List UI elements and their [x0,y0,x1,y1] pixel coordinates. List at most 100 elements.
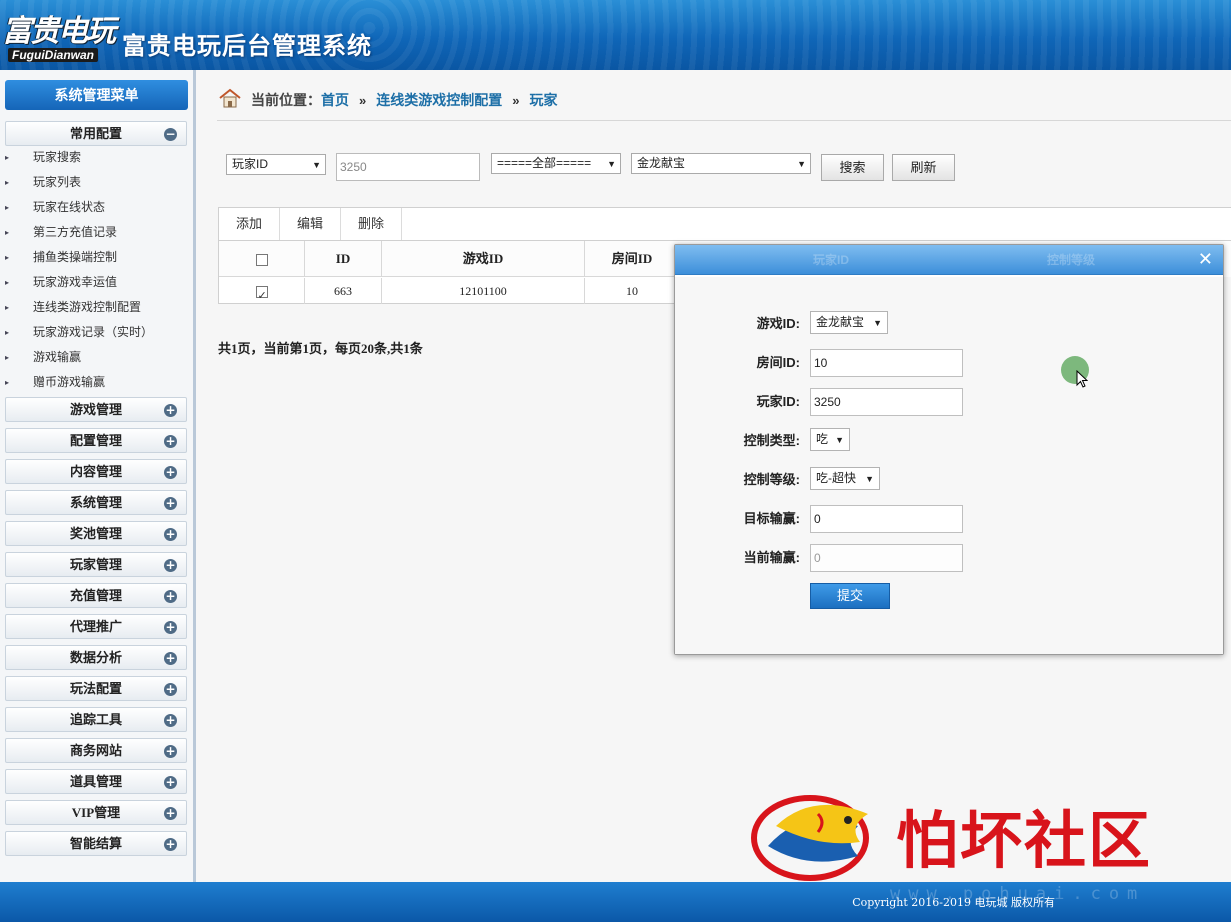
sidebar: 系统管理菜单 常用配置 − ▸ 玩家搜索 ▸ 玩家列表 ▸ 玩家在线状态 ▸ 第三方充值… [0,70,196,882]
column-header-game-id[interactable]: 游戏ID [382,241,585,277]
sidebar-item-label: 玩家游戏记录（实时） [33,325,154,339]
logo: 富贵电玩 FuguiDianwan [0,4,118,66]
game-select-value: 金龙献宝 [637,156,686,170]
game-select[interactable]: 金龙献宝 ▼ [631,153,811,174]
sidebar-item-label: 游戏输赢 [33,350,82,364]
sidebar-group-settlement[interactable]: 智能结算 + [5,831,187,856]
refresh-button[interactable]: 刷新 [892,154,955,181]
sidebar-item-gift-coin-win-loss[interactable]: ▸ 赠币游戏输赢 [0,370,190,395]
expand-icon[interactable]: + [164,714,177,727]
sidebar-group-content[interactable]: 内容管理 + [5,459,187,484]
chevron-down-icon: ▼ [312,160,321,170]
control-type-select-value: 吃 [816,432,829,446]
sidebar-group-system[interactable]: 系统管理 + [5,490,187,515]
sidebar-item-player-search[interactable]: ▸ 玩家搜索 [0,145,190,170]
bullet-icon: ▸ [5,153,10,162]
dialog-titlebar: 玩家ID 控制等级 ✕ [675,245,1223,275]
home-icon[interactable] [219,88,241,115]
dialog-body: 游戏ID: 金龙献宝 ▼ 房间ID: 10 玩家ID: 3250 控制类型: 吃 ▼… [675,276,1223,654]
sidebar-item-player-luck[interactable]: ▸ 玩家游戏幸运值 [0,270,190,295]
sidebar-group-player[interactable]: 玩家管理 + [5,552,187,577]
expand-icon[interactable]: + [164,497,177,510]
expand-icon[interactable]: + [164,776,177,789]
dialog-hidden-header-player-id: 玩家ID [813,253,850,267]
pagination-info: 共1页，当前第1页，每页20条,共1条 [218,341,423,356]
sidebar-group-vip[interactable]: VIP管理 + [5,800,187,825]
sidebar-group-label: 内容管理 [69,464,122,479]
column-header-id[interactable]: ID [305,241,382,277]
control-level-select[interactable]: 吃-超快 ▼ [810,467,880,490]
delete-button[interactable]: 删除 [341,208,402,240]
sidebar-group-agent[interactable]: 代理推广 + [5,614,187,639]
table-cell-game-id: 12101100 [382,278,585,304]
sidebar-item-label: 玩家游戏幸运值 [33,275,118,289]
search-input[interactable]: 3250 [336,153,480,181]
select-all-checkbox[interactable] [255,254,268,267]
expand-icon[interactable]: + [164,652,177,665]
sidebar-group-config[interactable]: 配置管理 + [5,428,187,453]
select-all-cell [219,241,305,277]
player-id-label: 玩家ID: [756,394,800,409]
sidebar-group-label: 智能结算 [69,836,122,851]
game-id-label: 游戏ID: [756,316,800,331]
watermark-text: 怕坏社区 [896,804,1153,877]
submit-button[interactable]: 提交 [810,583,890,609]
sidebar-group-label: 追踪工具 [69,712,122,727]
sidebar-group-recharge[interactable]: 充值管理 + [5,583,187,608]
expand-icon[interactable]: + [164,590,177,603]
sidebar-item-third-party-recharge[interactable]: ▸ 第三方充值记录 [0,220,190,245]
game-id-select[interactable]: 金龙献宝 ▼ [810,311,888,334]
sidebar-item-line-game-control[interactable]: ▸ 连线类游戏控制配置 [0,295,190,320]
sidebar-group-business[interactable]: 商务网站 + [5,738,187,763]
expand-icon[interactable]: + [164,559,177,572]
sidebar-item-player-list[interactable]: ▸ 玩家列表 [0,170,190,195]
search-button[interactable]: 搜索 [821,154,884,181]
sidebar-group-common[interactable]: 常用配置 − [5,121,187,146]
expand-icon[interactable]: + [164,404,177,417]
divider [217,120,1231,121]
expand-icon[interactable]: + [164,435,177,448]
expand-icon[interactable]: + [164,807,177,820]
target-win-loss-input[interactable]: 0 [810,505,963,533]
sidebar-group-analytics[interactable]: 数据分析 + [5,645,187,670]
sidebar-group-label: 商务网站 [69,743,122,758]
close-icon[interactable]: ✕ [1198,249,1213,269]
table-cell-id: 663 [305,278,382,304]
breadcrumb-home[interactable]: 首页 [321,92,349,108]
expand-icon[interactable]: + [164,621,177,634]
menu-title: 系统管理菜单 [5,80,188,110]
room-id-input[interactable]: 10 [810,349,963,377]
fish-logo-icon [751,795,869,881]
add-button[interactable]: 添加 [219,208,280,240]
sidebar-item-game-win-loss[interactable]: ▸ 游戏输赢 [0,345,190,370]
column-header-room-id[interactable]: 房间ID [585,241,679,277]
chevron-down-icon: ▼ [797,159,806,169]
watermark: 怕坏社区 [748,786,1218,882]
expand-icon[interactable]: + [164,683,177,696]
sidebar-group-tracking[interactable]: 追踪工具 + [5,707,187,732]
breadcrumb-section[interactable]: 连线类游戏控制配置 [376,92,502,108]
sidebar-item-player-online[interactable]: ▸ 玩家在线状态 [0,195,190,220]
expand-icon[interactable]: + [164,838,177,851]
expand-icon[interactable]: + [164,745,177,758]
expand-icon[interactable]: + [164,466,177,479]
status-select[interactable]: =====全部===== ▼ [491,153,621,174]
sidebar-group-game[interactable]: 游戏管理 + [5,397,187,422]
sidebar-group-items[interactable]: 道具管理 + [5,769,187,794]
sidebar-item-fishing-control[interactable]: ▸ 捕鱼类操端控制 [0,245,190,270]
sidebar-group-jackpot[interactable]: 奖池管理 + [5,521,187,546]
row-checkbox[interactable] [255,283,268,309]
edit-button[interactable]: 编辑 [280,208,341,240]
collapse-icon[interactable]: − [164,128,177,141]
breadcrumb-current[interactable]: 玩家 [529,92,557,108]
sidebar-item-game-records[interactable]: ▸ 玩家游戏记录（实时） [0,320,190,345]
player-id-input[interactable]: 3250 [810,388,963,416]
control-type-select[interactable]: 吃 ▼ [810,428,850,451]
sidebar-group-label: 充值管理 [69,588,122,603]
expand-icon[interactable]: + [164,528,177,541]
sidebar-group-gameplay[interactable]: 玩法配置 + [5,676,187,701]
sidebar-group-label: 代理推广 [69,619,122,634]
field-select[interactable]: 玩家ID ▼ [226,154,326,175]
system-title: 富贵电玩后台管理系统 [122,33,372,60]
sidebar-group-label: 系统管理 [69,495,122,510]
